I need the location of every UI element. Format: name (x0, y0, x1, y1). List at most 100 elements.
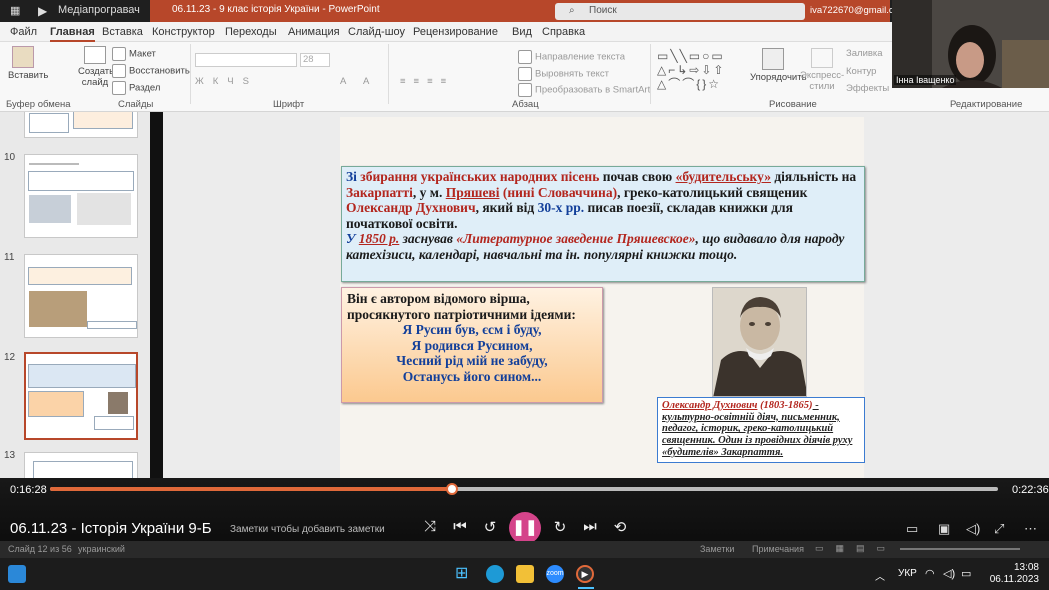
notes-button[interactable]: Заметки (700, 544, 734, 554)
thumb-textbox (87, 321, 137, 329)
zoom-slider[interactable] (900, 548, 1020, 550)
active-app-indicator (578, 587, 594, 589)
paste-label: Вставить (8, 70, 49, 81)
shape-outline-label: Контур (846, 66, 877, 77)
thumb-textbox (73, 112, 133, 129)
tab-help[interactable]: Справка (542, 26, 585, 38)
shapes-gallery[interactable]: ▭╲╲▭○▭ △⌐↳⇨⇩⇧ △⌒⌒{}☆ (657, 49, 747, 93)
tab-transitions[interactable]: Переходы (225, 26, 277, 38)
text-run: (нині Словаччина) (499, 184, 618, 200)
slide-thumbnail[interactable] (24, 112, 138, 138)
slide-number: 13 (4, 450, 16, 461)
tab-insert[interactable]: Вставка (102, 26, 143, 38)
arrange-button[interactable]: Упорядочить (750, 48, 807, 83)
thumb-textbox (28, 171, 134, 191)
slide-thumbnail[interactable] (24, 154, 138, 238)
clipboard-icon (12, 46, 34, 68)
shape-fill-button[interactable]: Заливка (846, 48, 883, 59)
battery-icon[interactable]: ▭ (961, 567, 971, 580)
portrait-caption[interactable]: Олександр Духнович (1803-1865) - культур… (657, 397, 865, 463)
tab-home[interactable]: Главная (50, 26, 95, 42)
rewind-10-icon[interactable]: ↺ (480, 518, 500, 536)
tab-review[interactable]: Рецензирование (413, 26, 498, 38)
tab-slideshow[interactable]: Слайд-шоу (348, 26, 405, 38)
font-family-select[interactable] (195, 53, 297, 67)
font-size-select[interactable]: 28 (300, 53, 330, 67)
comments-button[interactable]: Примечания (752, 544, 804, 554)
tab-view[interactable]: Вид (512, 26, 532, 38)
verse-line: Чесний рід мій не забуду, (396, 353, 548, 368)
search-placeholder: Поиск (589, 5, 617, 16)
section-label: Раздел (129, 82, 161, 94)
next-icon[interactable]: ⏭ (580, 518, 600, 535)
tab-design[interactable]: Конструктор (152, 26, 215, 38)
volume-icon[interactable]: ◁) (966, 521, 980, 537)
wifi-icon[interactable]: ◠ (925, 567, 935, 580)
paste-button[interactable]: Вставить (8, 46, 48, 81)
tray-chevron-icon[interactable]: ︿ (875, 568, 885, 583)
text-run: Олександр Духнович (346, 200, 476, 216)
main-text-box[interactable]: Зі збирання українських народних пісень … (341, 166, 865, 282)
arrange-icon (762, 48, 784, 70)
view-buttons[interactable]: ▭▦▤▭ (815, 543, 897, 554)
search-icon: ⌕ (569, 5, 575, 16)
tab-file[interactable]: Файл (10, 26, 37, 38)
portrait-image[interactable] (712, 287, 807, 397)
input-language[interactable]: УКР (898, 568, 917, 579)
fullscreen-icon[interactable]: ⤢ (994, 521, 1004, 537)
font-format-buttons[interactable]: ЖКЧS (195, 76, 258, 87)
slide-number: 11 (4, 252, 15, 263)
font-color-button[interactable]: A (340, 76, 346, 87)
zoom-app-icon[interactable]: zoom (546, 565, 564, 583)
align-buttons[interactable]: ≡≡≡≡ (400, 76, 454, 87)
smartart-button[interactable]: Преобразовать в SmartArt (518, 83, 650, 97)
align-text-button[interactable]: Выровнять текст (518, 67, 609, 81)
shape-outline-button[interactable]: Контур (846, 66, 876, 77)
file-explorer-icon[interactable] (516, 565, 534, 583)
create-slide-label: Создать слайд (78, 66, 115, 88)
shape-effects-button[interactable]: Эффекты (846, 83, 889, 94)
slide-thumbnail[interactable] (24, 254, 138, 338)
poem-text-box[interactable]: Він є автором відомого вірша, просякнуто… (341, 287, 603, 403)
repeat-icon[interactable]: ⟲ (610, 518, 630, 536)
pause-button[interactable]: ❚❚ (509, 512, 541, 544)
speaker-icon[interactable]: ◁) (943, 567, 955, 580)
cast-icon[interactable]: ▣ (938, 521, 950, 537)
quick-styles-button[interactable]: Экспресс-стили (800, 48, 844, 92)
language[interactable]: украинский (78, 544, 125, 554)
layout-button[interactable]: Макет (112, 47, 156, 61)
clear-format-button[interactable]: A (363, 76, 369, 87)
edge-icon[interactable] (486, 565, 504, 583)
text-direction-button[interactable]: Направление текста (518, 50, 625, 64)
seek-bar[interactable] (50, 483, 998, 495)
group-slides: Слайды (118, 99, 154, 110)
total-time: 0:22:36 (1012, 484, 1049, 496)
search-input[interactable]: ⌕ Поиск (555, 3, 805, 20)
widgets-icon[interactable] (8, 565, 26, 583)
seek-handle[interactable] (445, 483, 458, 495)
text-run: збирання українських народних пісень (360, 169, 600, 184)
smartart-icon (518, 83, 532, 97)
restore-button[interactable]: Восстановить (112, 64, 190, 78)
create-slide-button[interactable]: Создать слайд (78, 46, 115, 88)
forward-30-icon[interactable]: ↻ (550, 518, 570, 536)
slide-thumbnail[interactable] (24, 452, 138, 478)
slide-thumbnail-selected[interactable] (24, 352, 138, 440)
media-player-icon[interactable]: ▶ (576, 565, 594, 583)
previous-icon[interactable]: ⏮ (450, 518, 470, 535)
group-editing: Редактирование (950, 99, 1023, 110)
thumb-textbox (33, 461, 133, 478)
thumb-textbox (28, 391, 84, 417)
tab-animation[interactable]: Анимация (288, 26, 340, 38)
video-title: 06.11.23 - Історія України 9-Б (10, 520, 212, 537)
status-bar: Слайд 12 из 56 украинский Заметки Примеч… (0, 541, 1049, 558)
subtitles-icon[interactable]: ▭ (906, 521, 918, 537)
shuffle-icon[interactable]: ⤨ (420, 518, 440, 535)
clock[interactable]: 13:08 06.11.2023 (990, 562, 1039, 586)
more-options-icon[interactable]: ⋯ (1024, 521, 1037, 537)
section-button[interactable]: Раздел (112, 81, 160, 95)
verse-line: Я родився Русином, (411, 337, 533, 353)
layout-icon (112, 47, 126, 61)
windows-start-icon[interactable]: ⊞ (455, 563, 473, 582)
text-run: «Литературное заведение Пряшевское» (456, 231, 696, 247)
